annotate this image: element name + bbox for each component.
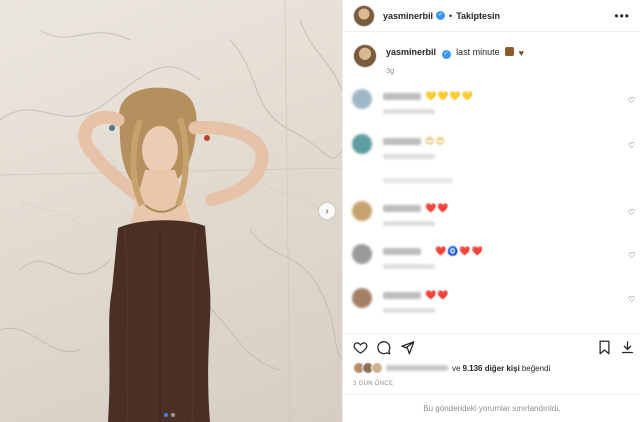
person-figure	[78, 87, 269, 422]
puzzle-emoji-icon	[505, 47, 515, 56]
action-bar	[343, 333, 640, 361]
comment-avatar[interactable]	[352, 244, 372, 264]
comment-item: ❤️❤️ ♡	[343, 285, 640, 315]
comment-meta-blurred	[383, 109, 435, 114]
comment-avatar[interactable]	[352, 89, 372, 109]
comment-text: ❤️❤️	[425, 203, 450, 213]
comment-like-icon[interactable]: ♡	[628, 208, 635, 217]
author-username[interactable]: yasminerbil	[383, 11, 433, 21]
comment-item: 😍😍 ♡	[343, 131, 640, 161]
caption-timestamp: 3g	[386, 66, 395, 75]
post-date: 3 GÜN ÖNCE	[353, 381, 394, 387]
liker-avatar	[371, 362, 383, 374]
send-icon[interactable]	[400, 340, 415, 355]
likes-summary[interactable]: ve 9.136 diğer kişi beğendi	[353, 362, 550, 374]
comment-icon[interactable]	[376, 340, 391, 355]
post-caption: yasminerbil ✓ last minute ♥ 3g	[343, 32, 640, 75]
caption-username[interactable]: yasminerbil	[386, 47, 436, 57]
caption-body: yasminerbil ✓ last minute ♥ 3g	[386, 44, 528, 75]
comment-meta-blurred	[383, 264, 435, 269]
liker-username-blurred[interactable]	[386, 365, 448, 371]
instagram-post-view: › yasminerbil ✓ • Takiptesin ••• yasmine…	[0, 0, 640, 422]
post-photo[interactable]: ›	[0, 0, 342, 422]
likes-count[interactable]: 9.136 diğer kişi	[462, 364, 519, 373]
comment-avatar[interactable]	[352, 288, 372, 308]
comment-text: 💛💛💛💛	[425, 91, 474, 101]
comment-item: ❤️🧿❤️❤️ ♡	[343, 241, 640, 271]
carousel-dot-2	[171, 413, 175, 417]
comment-meta-blurred	[383, 221, 435, 226]
comment-meta-blurred	[383, 154, 435, 159]
carousel-dot-1	[164, 413, 168, 417]
carousel-indicator	[164, 413, 175, 417]
comment-like-icon[interactable]: ♡	[628, 96, 635, 105]
verified-badge-icon: ✓	[436, 11, 446, 20]
comment-username-blurred[interactable]	[383, 248, 421, 255]
comment-text: ❤️❤️	[425, 290, 450, 300]
comment-username-blurred[interactable]	[383, 138, 421, 145]
comments-restricted-notice: Bu gönderideki yorumlar sınırlandırıldı.	[343, 394, 640, 422]
comment-text: 😍😍	[425, 136, 446, 146]
header-separator: •	[449, 10, 453, 21]
marble-background	[0, 0, 342, 422]
comment-username-blurred[interactable]	[383, 93, 421, 100]
comment-like-icon[interactable]: ♡	[628, 141, 635, 150]
like-heart-icon[interactable]	[353, 340, 368, 355]
carousel-next-button[interactable]: ›	[319, 203, 335, 219]
comment-meta-blurred	[383, 308, 435, 313]
comment-username-blurred[interactable]	[383, 292, 421, 299]
download-icon[interactable]	[620, 340, 635, 355]
caption-text: last minute	[456, 47, 500, 57]
comment-like-icon[interactable]: ♡	[628, 295, 635, 304]
comment-avatar[interactable]	[352, 134, 372, 154]
follow-status-button[interactable]: Takiptesin	[456, 11, 500, 21]
post-side-panel: yasminerbil ✓ • Takiptesin ••• yasminerb…	[342, 0, 640, 422]
comment-item: ❤️❤️ ♡	[343, 198, 640, 228]
likes-suffix: beğendi	[521, 363, 551, 373]
comment-avatar[interactable]	[352, 201, 372, 221]
comment-item: 💛💛💛💛 ♡	[343, 86, 640, 116]
likes-connector: ve	[452, 363, 461, 373]
comment-username-blurred[interactable]	[383, 205, 421, 212]
post-header: yasminerbil ✓ • Takiptesin •••	[343, 0, 640, 32]
bookmark-icon[interactable]	[597, 340, 612, 355]
comment-like-icon[interactable]: ♡	[628, 251, 635, 260]
brown-heart-emoji-icon: ♥	[518, 48, 524, 58]
comment-text: ❤️🧿❤️❤️	[435, 246, 484, 256]
caption-author-avatar[interactable]	[353, 44, 377, 68]
more-options-icon[interactable]: •••	[614, 9, 630, 23]
view-replies-link[interactable]	[383, 178, 453, 183]
author-avatar[interactable]	[353, 4, 375, 27]
caption-verified-badge-icon: ✓	[441, 50, 451, 59]
